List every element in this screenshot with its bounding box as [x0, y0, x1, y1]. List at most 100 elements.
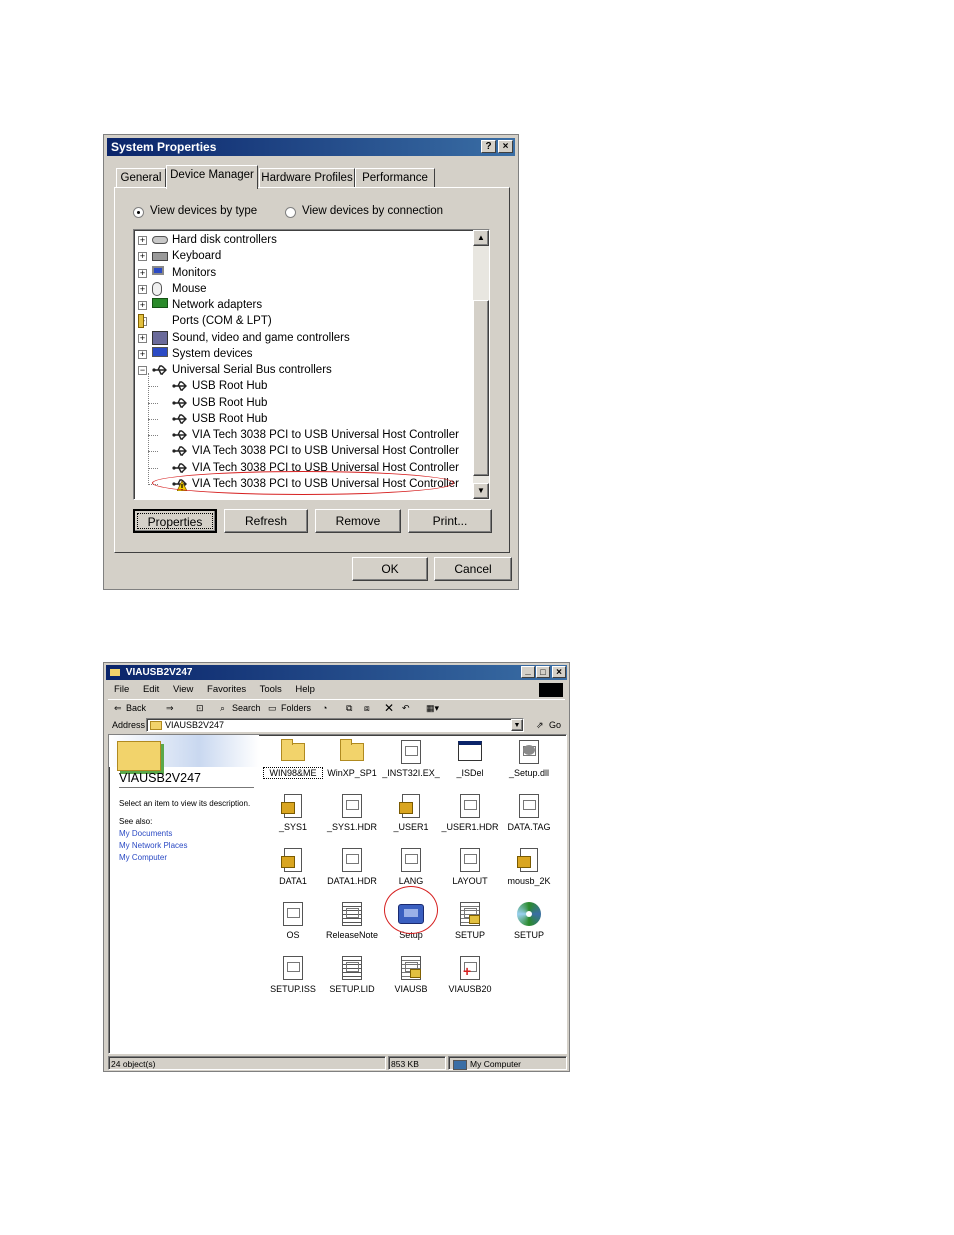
keyboard-icon [152, 252, 168, 262]
scroll-up-button[interactable]: ▲ [473, 230, 489, 246]
file-item[interactable]: _ISDel [441, 739, 499, 778]
menu-edit[interactable]: Edit [143, 684, 159, 695]
tree-device[interactable]: USB Root Hub [134, 378, 474, 394]
tree-device[interactable]: USB Root Hub [134, 395, 474, 411]
history-icon[interactable]: ◔ [322, 700, 327, 716]
file-item[interactable]: _USER1.HDR [441, 793, 499, 832]
tab-device-manager[interactable]: Device Manager [166, 165, 258, 189]
file-item[interactable]: mousb_2K [500, 847, 558, 886]
tab-performance[interactable]: Performance [355, 168, 435, 188]
go-button[interactable]: Go [549, 717, 561, 733]
usb-icon [172, 444, 188, 458]
expand-icon[interactable]: + [138, 349, 147, 359]
file-item[interactable]: ReleaseNote [323, 901, 381, 940]
up-folder-icon[interactable]: ⊡ [196, 700, 204, 716]
collapse-icon[interactable]: − [138, 366, 147, 375]
file-item[interactable]: _USER1 [382, 793, 440, 832]
file-item[interactable]: SETUP [441, 901, 499, 940]
print-button[interactable]: Print... [408, 509, 492, 533]
remove-button[interactable]: Remove [315, 509, 401, 533]
file-item[interactable]: OS [264, 901, 322, 940]
tree-category[interactable]: + Monitors [134, 265, 474, 281]
menu-tools[interactable]: Tools [260, 684, 282, 695]
scroll-down-button[interactable]: ▼ [473, 483, 489, 499]
tree-category[interactable]: +Ports (COM & LPT) [134, 313, 474, 329]
menu-file[interactable]: File [114, 684, 129, 695]
folders-button[interactable]: Folders [281, 700, 311, 716]
my-computer-icon [453, 1059, 467, 1070]
link-my-computer[interactable]: My Computer [119, 853, 167, 862]
tree-device[interactable]: VIA Tech 3038 PCI to USB Universal Host … [134, 443, 474, 459]
file-item[interactable]: SETUP.LID [323, 955, 381, 994]
expand-icon[interactable]: + [138, 301, 147, 310]
forward-arrow-icon[interactable]: ⇒ [166, 700, 174, 716]
file-item[interactable]: WIN98&ME [263, 739, 323, 779]
maximize-button[interactable]: □ [536, 666, 550, 678]
installer-icon [280, 847, 306, 873]
tree-category[interactable]: + Network adapters [134, 297, 474, 313]
file-item[interactable]: LAYOUT [441, 847, 499, 886]
file-item[interactable]: DATA1 [264, 847, 322, 886]
tab-general[interactable]: General [116, 168, 166, 188]
close-button[interactable]: × [552, 666, 566, 678]
tree-device[interactable]: VIA Tech 3038 PCI to USB Universal Host … [134, 427, 474, 443]
cancel-button[interactable]: Cancel [434, 557, 512, 581]
refresh-button[interactable]: Refresh [224, 509, 308, 533]
tree-category[interactable]: + Mouse [134, 281, 474, 297]
tree-category[interactable]: + System devices [134, 346, 474, 362]
expand-icon[interactable]: + [138, 333, 147, 343]
file-item[interactable]: DATA1.HDR [323, 847, 381, 886]
scroll-thumb[interactable] [473, 300, 489, 476]
views-icon[interactable]: ▦▾ [426, 700, 439, 716]
menu-help[interactable]: Help [295, 684, 315, 695]
menu-view[interactable]: View [173, 684, 193, 695]
ok-button[interactable]: OK [352, 557, 428, 581]
sound-icon [152, 330, 168, 345]
address-input[interactable]: VIAUSB2V247 ▼ [146, 718, 524, 732]
folders-icon: ▭ [268, 703, 277, 713]
move-to-icon[interactable]: ⧉ [346, 700, 352, 716]
undo-icon[interactable]: ↶ [402, 700, 410, 716]
file-item[interactable]: _Setup.dll [500, 739, 558, 778]
file-item[interactable]: VIAUSB [382, 955, 440, 994]
tree-item-label: USB Root Hub [192, 396, 268, 409]
expand-icon[interactable]: + [138, 284, 147, 294]
help-button[interactable]: ? [481, 140, 496, 153]
view-by-type-radio[interactable] [133, 207, 144, 218]
view-by-connection-radio[interactable] [285, 207, 296, 218]
file-item[interactable]: _SYS1.HDR [323, 793, 381, 832]
search-button[interactable]: Search [232, 700, 261, 716]
tree-category[interactable]: − Universal Serial Bus controllers [134, 362, 474, 378]
tree-device[interactable]: USB Root Hub [134, 411, 474, 427]
menu-favorites[interactable]: Favorites [207, 684, 246, 695]
tree-connector [148, 435, 158, 436]
tree-category[interactable]: + Keyboard [134, 248, 474, 264]
link-my-documents[interactable]: My Documents [119, 829, 172, 838]
expand-icon[interactable]: + [138, 236, 147, 245]
copy-to-icon[interactable]: ⧈ [364, 700, 370, 716]
expand-icon[interactable]: + [138, 268, 147, 278]
file-item[interactable]: _SYS1 [264, 793, 322, 832]
file-name-label: DATA1.HDR [327, 876, 377, 886]
tab-hardware-profiles[interactable]: Hardware Profiles [259, 168, 355, 188]
file-item[interactable]: DATA.TAG [500, 793, 558, 832]
tree-category[interactable]: + Sound, video and game controllers [134, 330, 474, 346]
link-my-network-places[interactable]: My Network Places [119, 841, 187, 850]
file-item[interactable]: WinXP_SP1 [323, 739, 381, 778]
minimize-button[interactable]: _ [521, 666, 535, 678]
file-item[interactable]: LANG [382, 847, 440, 886]
delete-icon[interactable]: ✕ [384, 700, 394, 716]
file-item[interactable]: SETUP.ISS [264, 955, 322, 994]
file-item[interactable]: SETUP [500, 901, 558, 940]
close-button[interactable]: × [498, 140, 513, 153]
tree-category[interactable]: + Hard disk controllers [134, 232, 474, 248]
file-item[interactable]: + VIAUSB20 [441, 955, 499, 994]
address-dropdown-button[interactable]: ▼ [511, 719, 523, 731]
tree-item-label: Keyboard [172, 250, 222, 263]
back-button[interactable]: Back [126, 700, 146, 716]
file-item[interactable]: _INST32I.EX_ [382, 739, 440, 778]
expand-icon[interactable]: + [138, 252, 147, 262]
vertical-scrollbar[interactable]: ▲ ▼ [473, 230, 489, 499]
properties-button[interactable]: Properties [133, 509, 217, 533]
device-tree[interactable]: + Hard disk controllers + Keyboard + Monitors… [133, 229, 490, 500]
